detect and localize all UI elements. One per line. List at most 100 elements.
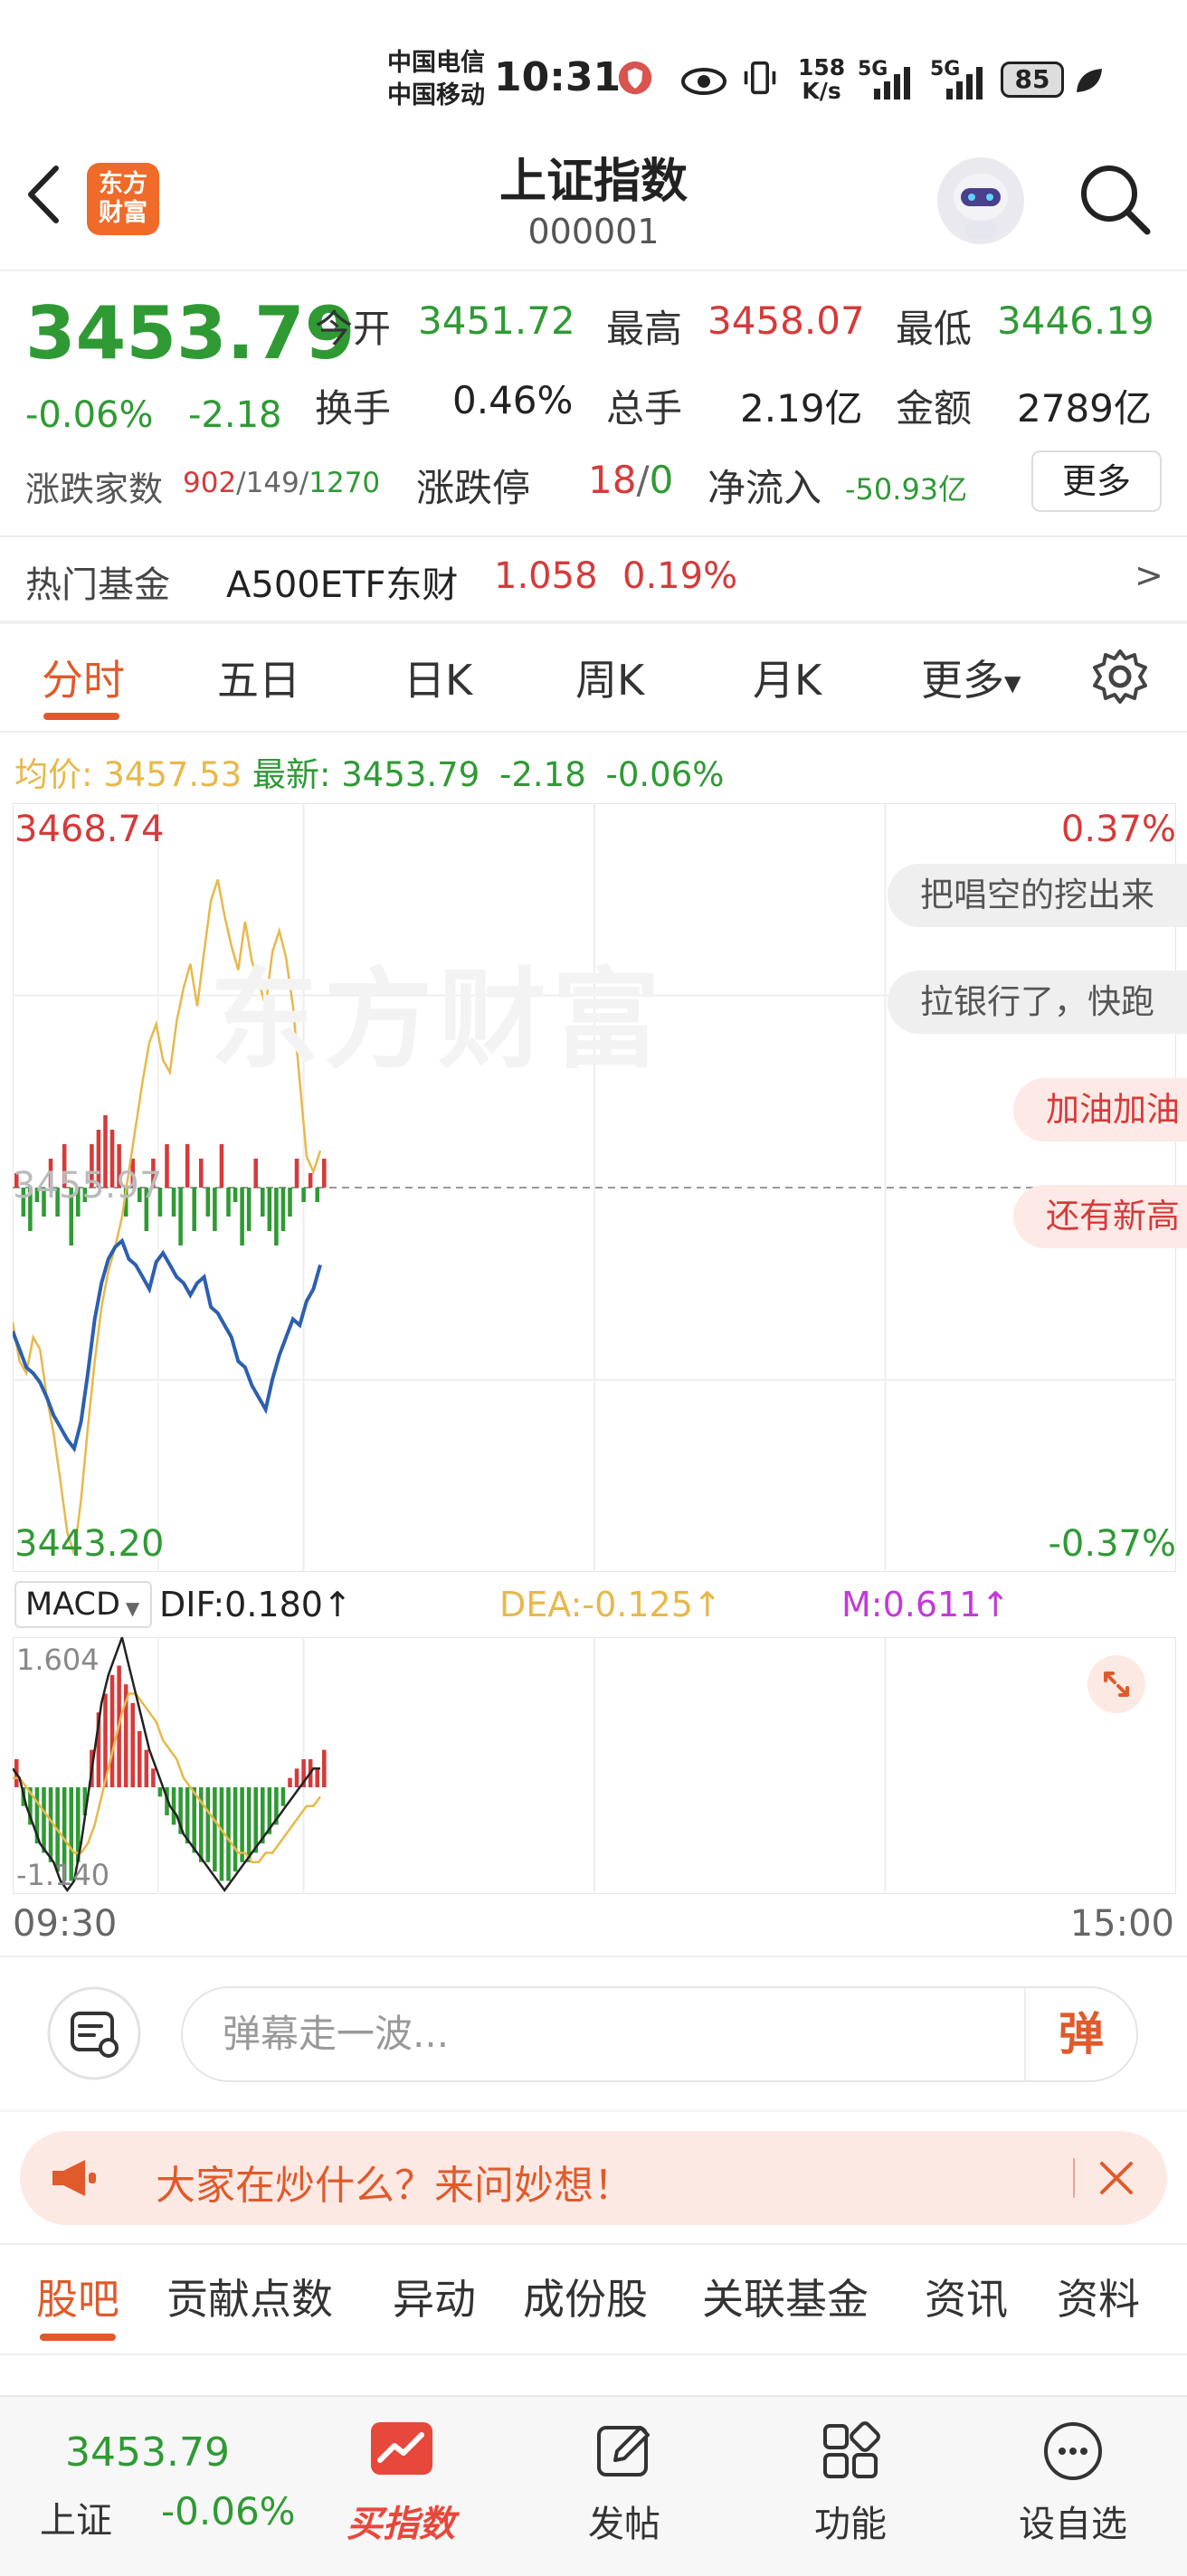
amount-label: 金额 (896, 386, 973, 431)
volume-label: 总手 (606, 386, 683, 431)
macd-histogram-bar (322, 1749, 327, 1788)
macd-histogram-bar (151, 1768, 156, 1788)
volume-bar (165, 1144, 169, 1188)
bottom-tabs-divider (0, 2353, 1187, 2355)
tab-contribution[interactable]: 贡献点数 (166, 2267, 333, 2326)
danmaku-settings-icon[interactable] (47, 1986, 141, 2080)
volume-bar (267, 1188, 272, 1231)
bottom-nav: 3453.79 上证 -0.06% 买指数 发帖 功能 设自选 (0, 2395, 1187, 2576)
macd-selector[interactable]: MACD ▼ (14, 1581, 152, 1628)
tab-intraday[interactable]: 分时 (42, 648, 125, 707)
hot-fund-row[interactable]: 热门基金 A500ETF东财 1.058 0.19% > (0, 537, 1187, 619)
volume-bar (171, 1188, 176, 1217)
y-mid-label: 3455.97 (13, 1165, 163, 1207)
tab-related-funds[interactable]: 关联基金 (702, 2267, 869, 2326)
volume-bar (261, 1188, 265, 1217)
more-dots-icon (1044, 2422, 1102, 2480)
x-start-label: 09:30 (13, 1903, 118, 1945)
tab-weekly-k[interactable]: 周K (575, 648, 644, 707)
shield-icon (618, 61, 652, 95)
macd-histogram-bar (226, 1787, 231, 1881)
volume-bar (322, 1159, 327, 1188)
banner-separator (1073, 2158, 1075, 2198)
tab-forum[interactable]: 股吧 (36, 2267, 119, 2326)
tabs-divider (0, 731, 1187, 733)
macd-dif: DIF:0.180↑ (159, 1585, 352, 1624)
volume-bar (308, 1173, 313, 1188)
macd-histogram-bar (246, 1787, 252, 1862)
macd-chart[interactable]: 1.604 -1.140 (11, 1634, 1177, 1895)
tab-daily-k[interactable]: 日K (404, 648, 472, 707)
macd-histogram-bar (171, 1787, 176, 1825)
signal-2-icon (946, 67, 983, 99)
high-value: 3458.07 (707, 298, 865, 343)
section-divider (0, 620, 1187, 624)
nav-index-pct: -0.06% (161, 2489, 296, 2533)
leaf-icon (1077, 69, 1102, 92)
signal-1-icon (874, 67, 910, 99)
trend-chart-icon (371, 2422, 432, 2475)
tab-monthly-k[interactable]: 月K (753, 648, 821, 707)
macd-histogram-bar (315, 1768, 319, 1788)
tab-movement[interactable]: 异动 (393, 2267, 476, 2326)
buy-index-label: 买指数 (347, 2504, 455, 2545)
open-label: 今开 (315, 307, 392, 351)
x-end-label: 15:00 (1069, 1903, 1174, 1945)
watchlist-button[interactable]: 设自选 (1010, 2413, 1136, 2567)
danmaku-input[interactable]: 弹幕走一波... (181, 1986, 1138, 2082)
macd-histogram-bar (138, 1730, 142, 1788)
macd-histogram-bar (157, 1787, 163, 1797)
change-pct: -0.06% (25, 394, 154, 436)
tab-news[interactable]: 资讯 (925, 2267, 1008, 2326)
macd-histogram-bar (42, 1787, 46, 1853)
send-danmaku-button[interactable]: 弹 (1024, 1988, 1136, 2080)
limit-label: 涨跌停 (416, 466, 531, 510)
macd-histogram-bar (192, 1787, 196, 1853)
turnover-label: 换手 (315, 386, 392, 431)
tab-constituents[interactable]: 成份股 (523, 2267, 648, 2326)
volume-value: 2.19亿 (740, 386, 863, 431)
y-max-label: 3468.74 (14, 809, 165, 850)
post-button[interactable]: 发帖 (561, 2413, 688, 2567)
search-icon[interactable] (1077, 161, 1153, 237)
macd-histogram-bar (48, 1787, 53, 1862)
turnover-value: 0.46% (452, 378, 574, 422)
amount-value: 2789亿 (1017, 386, 1152, 431)
y-min-label: 3443.20 (14, 1523, 165, 1565)
macd-histogram-bar (109, 1674, 115, 1788)
status-bar: 中国电信 中国移动 10:31 158 K/s 5G 5G 85 (0, 0, 1187, 158)
volume-bar (301, 1188, 306, 1202)
netflow-label: 净流入 (707, 466, 822, 510)
eye-icon (681, 68, 726, 95)
macd-chart-svg (11, 1634, 1177, 1895)
hot-fund-label: 热门基金 (25, 564, 170, 606)
header-divider (0, 270, 1187, 271)
current-price: 3453.79 (25, 291, 356, 375)
settings-gear-icon[interactable] (1091, 648, 1149, 706)
robot-avatar[interactable] (937, 157, 1024, 244)
grid-icon (823, 2421, 880, 2478)
danmaku-comment: 还有新高 (1013, 1185, 1187, 1248)
more-button[interactable]: 更多 (1031, 450, 1162, 512)
tab-five-day[interactable]: 五日 (217, 648, 300, 707)
close-icon[interactable] (1097, 2158, 1136, 2198)
volume-bar (274, 1188, 279, 1245)
chart-divider (0, 1956, 1187, 1957)
banner-text: 大家在炒什么？来问妙想！ (156, 2163, 633, 2209)
volume-bar (280, 1188, 286, 1231)
tab-underline (40, 2334, 116, 2341)
macd-dea: DEA:-0.125↑ (499, 1585, 722, 1624)
battery-icon: 85 (1001, 62, 1064, 98)
nav-index-name: 上证 (40, 2500, 112, 2542)
tab-more[interactable]: 更多▼ (921, 648, 1021, 707)
macd-histogram-bar (280, 1787, 286, 1806)
expand-icon[interactable] (1087, 1655, 1145, 1713)
buy-index-button[interactable]: 买指数 (333, 2413, 469, 2567)
carrier-1: 中国电信 (387, 49, 485, 77)
clock: 10:31 (494, 54, 622, 100)
function-button[interactable]: 功能 (787, 2413, 914, 2567)
volume-bar (226, 1188, 231, 1217)
macd-histogram-bar (205, 1787, 211, 1862)
ask-banner[interactable]: 大家在炒什么？来问妙想！ (20, 2131, 1167, 2225)
tab-info[interactable]: 资料 (1057, 2267, 1140, 2326)
